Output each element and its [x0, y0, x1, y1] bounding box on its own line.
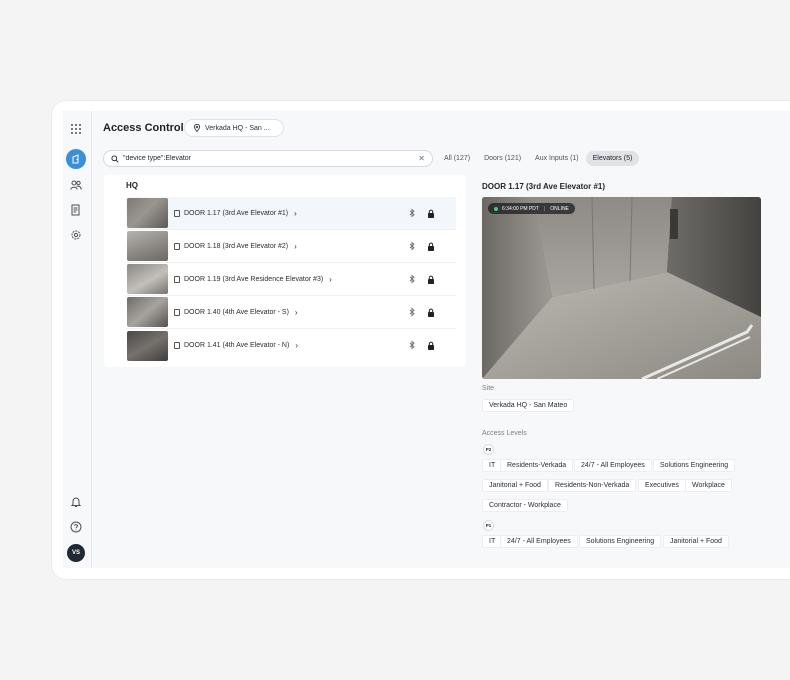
access-level-chip: 24/7 - All Employees — [500, 535, 578, 548]
camera-time: 6:34:00 PM PDT — [502, 205, 539, 212]
access-level-chip: Solutions Engineering — [579, 535, 662, 548]
page-title: Access Control — [103, 122, 184, 134]
bluetooth-icon — [409, 340, 415, 350]
lock-icon — [428, 308, 434, 317]
lock-icon — [428, 341, 434, 350]
door-name: DOOR 1.40 (4th Ave Elevator - S) — [184, 308, 289, 316]
access-control-app: VS Access Control Verkada HQ - San ... ✕… — [63, 111, 790, 568]
site-label: Site — [482, 385, 495, 392]
lock-icon — [428, 275, 434, 284]
site-selector[interactable]: Verkada HQ - San ... — [184, 119, 284, 137]
access-level-chip: Executives — [638, 479, 686, 492]
door-thumbnail — [127, 330, 168, 361]
tab-aux-inputs[interactable]: Aux Inputs (1) — [528, 151, 586, 166]
lock-icon — [428, 209, 434, 218]
access-level-chip: Solutions Engineering — [653, 459, 736, 472]
tab-all[interactable]: All (127) — [437, 151, 477, 166]
bluetooth-icon — [409, 241, 415, 251]
location-pin-icon — [193, 124, 201, 132]
door-thumbnail — [127, 264, 168, 294]
floor-badge: P1 — [483, 520, 494, 531]
reports-icon[interactable] — [66, 200, 86, 220]
door-name: DOOR 1.19 (3rd Ave Residence Elevator #3… — [184, 275, 324, 283]
door-icon — [174, 242, 180, 250]
chevron-right-icon: › — [294, 208, 297, 218]
group-label: HQ — [126, 181, 138, 190]
door-row[interactable]: DOOR 1.17 (3rd Ave Elevator #1) › — [126, 197, 456, 230]
door-thumbnail — [127, 198, 168, 228]
camera-feed[interactable]: 6:34:00 PM PDT | ONLINE — [482, 197, 761, 379]
chevron-right-icon: › — [294, 307, 298, 317]
door-icon — [174, 275, 180, 283]
chevron-right-icon: › — [294, 241, 297, 251]
elevator-camera-image — [482, 197, 761, 379]
door-name: DOOR 1.18 (3rd Ave Elevator #2) — [184, 242, 289, 250]
door-name: DOOR 1.17 (3rd Ave Elevator #1) — [184, 209, 289, 217]
site-selector-label: Verkada HQ - San ... — [205, 124, 270, 132]
door-icon — [174, 342, 180, 349]
search-icon — [111, 154, 119, 163]
sidebar: VS — [63, 111, 89, 568]
bell-icon[interactable] — [66, 492, 86, 512]
door-icon — [174, 308, 180, 316]
access-level-chip: Janitorial + Food — [663, 535, 729, 548]
door-row[interactable]: DOOR 1.18 (3rd Ave Elevator #2) › — [126, 230, 456, 263]
door-thumbnail — [127, 231, 168, 261]
search-bar: ✕ — [103, 150, 433, 167]
bluetooth-icon — [409, 274, 415, 284]
bluetooth-icon — [409, 208, 415, 218]
chevron-right-icon: › — [329, 274, 332, 284]
access-level-chip: 24/7 - All Employees — [574, 459, 652, 472]
access-levels-label: Access Levels — [482, 430, 527, 437]
filter-tabs: All (127) Doors (121) Aux Inputs (1) Ele… — [437, 151, 640, 167]
access-level-chip: Workplace — [685, 479, 732, 492]
help-icon[interactable] — [66, 517, 86, 537]
sidebar-divider — [91, 111, 92, 568]
users-icon[interactable] — [66, 175, 86, 195]
door-nav-icon[interactable] — [66, 149, 86, 169]
online-indicator-icon — [494, 206, 498, 211]
tab-doors[interactable]: Doors (121) — [477, 151, 528, 166]
door-icon — [174, 209, 180, 217]
lock-icon — [428, 242, 434, 251]
gear-icon[interactable] — [66, 225, 86, 245]
bluetooth-icon — [409, 307, 415, 317]
door-thumbnail — [127, 297, 168, 327]
camera-status-tag: 6:34:00 PM PDT | ONLINE — [488, 203, 575, 214]
floor-badge: P2 — [483, 444, 494, 455]
door-list-panel: HQ DOOR 1.17 (3rd Ave Elevator #1) › DOO… — [104, 175, 466, 367]
camera-status: ONLINE — [550, 205, 569, 212]
door-row[interactable]: DOOR 1.40 (4th Ave Elevator - S) › — [126, 296, 456, 329]
app-grid-icon[interactable] — [66, 119, 86, 139]
detail-title: DOOR 1.17 (3rd Ave Elevator #1) — [482, 182, 606, 191]
access-level-chip: Residents-Non-Verkada — [548, 479, 637, 492]
access-level-chip: Janitorial + Food — [482, 479, 548, 492]
door-row[interactable]: DOOR 1.41 (4th Ave Elevator - N) › — [126, 329, 456, 362]
access-level-chip: Contractor - Workplace — [482, 499, 568, 512]
site-chip: Verkada HQ - San Mateo — [482, 399, 575, 412]
chevron-right-icon: › — [295, 341, 298, 350]
user-avatar[interactable]: VS — [67, 544, 85, 562]
door-row[interactable]: DOOR 1.19 (3rd Ave Residence Elevator #3… — [126, 263, 456, 296]
access-level-chip: Residents-Verkada — [500, 459, 574, 472]
search-input[interactable] — [123, 155, 408, 162]
tab-elevators[interactable]: Elevators (5) — [585, 151, 640, 166]
door-name: DOOR 1.41 (4th Ave Elevator - N) — [184, 342, 290, 349]
close-icon[interactable]: ✕ — [418, 154, 425, 163]
